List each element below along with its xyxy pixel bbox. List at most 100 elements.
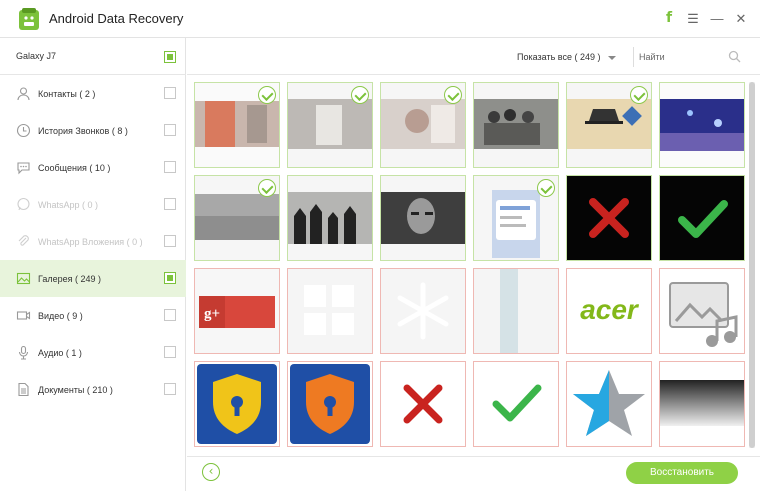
gallery-thumbnail[interactable]: [566, 175, 652, 261]
sidebar-item-document[interactable]: Документы ( 210 ): [0, 371, 186, 408]
selected-check-icon[interactable]: [537, 179, 555, 197]
selected-check-icon[interactable]: [351, 86, 369, 104]
android-recovery-logo-icon: [19, 8, 39, 30]
gallery-thumbnail[interactable]: [287, 175, 373, 261]
main-panel: Показать все ( 249 ) g+ acer ‹ Восстанови…: [187, 38, 760, 491]
thumbnail-image: [660, 269, 744, 353]
scrollbar-thumb[interactable]: [749, 82, 755, 448]
sidebar-item-clock[interactable]: История Звонков ( 8 ): [0, 112, 186, 149]
scrollbar[interactable]: [749, 82, 755, 448]
device-row[interactable]: Galaxy J7: [0, 38, 186, 75]
gallery-thumbnail[interactable]: [287, 82, 373, 168]
gallery-thumbnail[interactable]: g+: [194, 268, 280, 354]
sidebar-item-label: Документы ( 210 ): [38, 385, 113, 395]
sidebar-item-contacts[interactable]: Контакты ( 2 ): [0, 75, 186, 112]
svg-text:g+: g+: [204, 306, 220, 322]
gallery-thumbnail[interactable]: [287, 361, 373, 447]
sidebar-item-message[interactable]: Сообщения ( 10 ): [0, 149, 186, 186]
sidebar-item-label: WhatsApp ( 0 ): [38, 200, 99, 210]
thumbnail-image: [660, 83, 744, 167]
gallery-thumbnail[interactable]: [287, 268, 373, 354]
sidebar-item-label: Видео ( 9 ): [38, 311, 83, 321]
sidebar-item-label: Галерея ( 249 ): [38, 274, 102, 284]
gallery-thumbnail[interactable]: [380, 175, 466, 261]
gallery-thumbnail[interactable]: [566, 361, 652, 447]
gallery-thumbnail[interactable]: [659, 82, 745, 168]
search-icon[interactable]: [728, 50, 741, 63]
gallery-thumbnail[interactable]: [473, 361, 559, 447]
sidebar-item-video[interactable]: Видео ( 9 ): [0, 297, 186, 334]
document-icon: [18, 382, 29, 397]
category-checkbox[interactable]: [164, 309, 176, 321]
device-checkbox[interactable]: [164, 51, 176, 63]
footer: ‹ Восстановить: [187, 456, 760, 491]
microphone-icon: [18, 345, 29, 360]
device-name: Galaxy J7: [16, 51, 57, 61]
back-button[interactable]: ‹: [202, 463, 220, 481]
gallery-thumbnail[interactable]: [659, 268, 745, 354]
category-checkbox[interactable]: [164, 383, 176, 395]
selected-check-icon[interactable]: [630, 86, 648, 104]
window-controls: f ☰ — ✕: [662, 10, 748, 26]
facebook-icon[interactable]: f: [662, 10, 676, 26]
sidebar-item-whatsapp[interactable]: WhatsApp ( 0 ): [0, 186, 186, 223]
category-checkbox[interactable]: [164, 346, 176, 358]
search-input[interactable]: [639, 50, 729, 64]
gallery-thumbnail[interactable]: acer: [566, 268, 652, 354]
thumbnail-image: [381, 362, 465, 446]
category-checkbox[interactable]: [164, 198, 176, 210]
title-bar: Android Data Recovery f ☰ — ✕: [0, 0, 760, 38]
svg-text:acer: acer: [580, 294, 640, 325]
selected-check-icon[interactable]: [444, 86, 462, 104]
sidebar-item-gallery[interactable]: Галерея ( 249 ): [0, 260, 186, 297]
gallery-thumbnail[interactable]: [380, 268, 466, 354]
category-checkbox[interactable]: [164, 124, 176, 136]
gallery-thumbnail[interactable]: [659, 361, 745, 447]
gallery-thumbnail[interactable]: [194, 175, 280, 261]
gallery-thumbnail[interactable]: [380, 361, 466, 447]
gallery-thumbnail[interactable]: [659, 175, 745, 261]
thumbnail-image: [474, 83, 558, 167]
close-icon[interactable]: ✕: [734, 10, 748, 26]
sidebar-item-label: История Звонков ( 8 ): [38, 126, 128, 136]
recover-button[interactable]: Восстановить: [626, 462, 738, 484]
gallery-thumbnail[interactable]: [566, 82, 652, 168]
thumbnail-image: [195, 362, 279, 446]
thumbnail-image: [567, 176, 651, 260]
filter-label: Показать все ( 249 ): [517, 52, 601, 62]
whatsapp-icon: [17, 197, 30, 211]
gallery-thumbnail[interactable]: [194, 361, 280, 447]
gallery-thumbnail[interactable]: [473, 82, 559, 168]
sidebar-item-paperclip[interactable]: WhatsApp Вложения ( 0 ): [0, 223, 186, 260]
category-checkbox[interactable]: [164, 272, 176, 284]
gallery-thumbnail[interactable]: [380, 82, 466, 168]
video-icon: [16, 311, 31, 320]
thumbnail-image: [474, 269, 558, 353]
gallery-thumbnail[interactable]: [473, 268, 559, 354]
gallery-icon: [16, 272, 31, 285]
thumbnail-image: [660, 362, 744, 446]
category-checkbox[interactable]: [164, 161, 176, 173]
selected-check-icon[interactable]: [258, 86, 276, 104]
menu-icon[interactable]: ☰: [686, 10, 700, 26]
gallery-thumbnail[interactable]: [473, 175, 559, 261]
message-icon: [17, 162, 30, 175]
filter-dropdown[interactable]: Показать все ( 249 ): [517, 52, 617, 62]
clock-icon: [16, 123, 31, 138]
minimize-icon[interactable]: —: [710, 10, 724, 26]
selected-check-icon[interactable]: [258, 179, 276, 197]
category-checkbox[interactable]: [164, 235, 176, 247]
category-list: Контакты ( 2 ) История Звонков ( 8 ) Сообщ…: [0, 75, 186, 408]
thumbnail-image: [567, 362, 651, 446]
thumbnail-image: [288, 362, 372, 446]
gallery-thumbnail[interactable]: [194, 82, 280, 168]
paperclip-icon: [18, 235, 29, 246]
app-title: Android Data Recovery: [49, 11, 184, 26]
thumbnail-image: [381, 176, 465, 260]
chevron-down-icon: [608, 55, 617, 60]
sidebar-item-microphone[interactable]: Аудио ( 1 ): [0, 334, 186, 371]
thumbnail-image: [288, 176, 372, 260]
category-checkbox[interactable]: [164, 87, 176, 99]
sidebar-item-label: Аудио ( 1 ): [38, 348, 82, 358]
sidebar-item-label: Контакты ( 2 ): [38, 89, 96, 99]
